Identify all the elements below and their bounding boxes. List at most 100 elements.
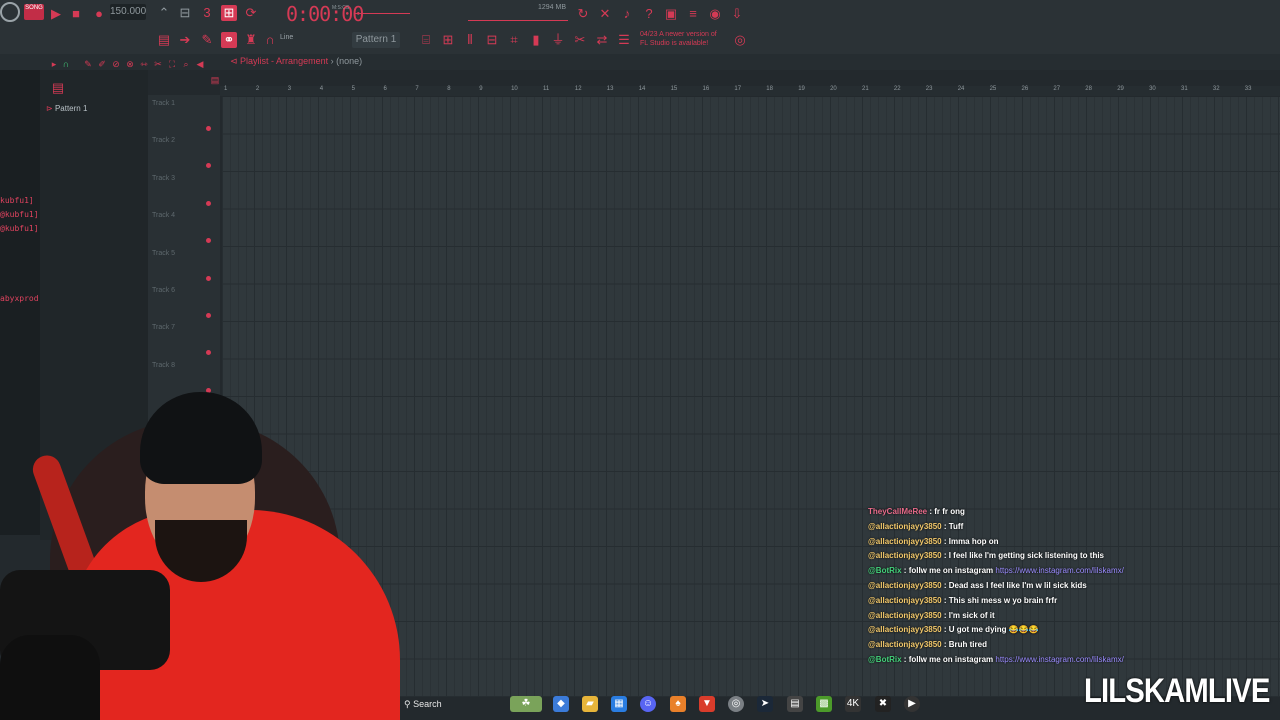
- link-icon[interactable]: ⚭: [221, 32, 237, 48]
- chat-text: : Imma hop on: [941, 536, 999, 546]
- magnet-icon[interactable]: ∩: [262, 32, 278, 48]
- side-chat-name: kubfu1]: [0, 196, 34, 205]
- chat-text: : follw me on instagram: [901, 566, 996, 576]
- search-label: Search: [413, 699, 442, 709]
- widget-icon[interactable]: ☘: [510, 696, 542, 712]
- taskbar-search[interactable]: ⚲ Search: [404, 695, 504, 713]
- song-mode-toggle[interactable]: SONG: [24, 4, 44, 20]
- app-icon[interactable]: ▤: [787, 696, 803, 712]
- picker-item-label: Pattern 1: [54, 104, 88, 113]
- chat-username: @allactionjayy3850: [868, 551, 942, 561]
- fl-studio-icon[interactable]: ♠: [670, 696, 686, 712]
- play-icon[interactable]: ▶: [48, 6, 64, 22]
- bar-number: 12: [574, 86, 582, 92]
- arrows-icon[interactable]: ⇄: [594, 32, 610, 48]
- minecraft-icon[interactable]: ▩: [816, 696, 832, 712]
- mixer-icon[interactable]: ≡: [685, 6, 701, 22]
- track-mute-dot[interactable]: [206, 350, 211, 355]
- bar-number: 26: [1021, 86, 1029, 92]
- settings-icon[interactable]: ☰: [616, 32, 632, 48]
- record-icon[interactable]: ●: [91, 6, 107, 22]
- bar-number: 9: [479, 86, 483, 92]
- master-pitch-slider[interactable]: [355, 13, 410, 14]
- 4k-icon[interactable]: 4K: [845, 696, 861, 712]
- plugin-icon[interactable]: ▮: [528, 32, 544, 48]
- store-icon[interactable]: ▦: [611, 696, 627, 712]
- stop-icon[interactable]: ■: [68, 6, 84, 22]
- track-mute-dot[interactable]: [206, 126, 211, 131]
- picker-menu-icon[interactable]: ▤: [50, 80, 66, 96]
- track-mute-dot[interactable]: [206, 276, 211, 281]
- mixer-view-icon[interactable]: ⦀: [462, 32, 478, 48]
- fl-logo-icon[interactable]: [0, 2, 20, 22]
- obs-icon[interactable]: ◎: [728, 696, 744, 712]
- wait-input-icon[interactable]: ⊟: [177, 5, 193, 21]
- channel-rack-icon[interactable]: ⊞: [440, 32, 456, 48]
- metronome-icon[interactable]: ⌃: [156, 5, 172, 21]
- track-label[interactable]: Track 3: [152, 175, 175, 182]
- side-chat-name: @kubfu1]: [0, 224, 39, 233]
- chat-username: @BotRix: [868, 566, 902, 576]
- undo-icon[interactable]: ↻: [575, 6, 591, 22]
- track-label[interactable]: Track 1: [152, 100, 175, 107]
- track-mute-dot[interactable]: [206, 313, 211, 318]
- chat-username: @allactionjayy3850: [868, 580, 942, 590]
- magnet-snap-icon[interactable]: ∩: [58, 56, 74, 72]
- folder-icon[interactable]: ▰: [582, 696, 598, 712]
- chat-link[interactable]: https://www.instagram.com/lilskamx/: [995, 655, 1123, 664]
- bar-number: 2: [255, 86, 260, 92]
- pattern-selector[interactable]: Pattern 1: [352, 32, 400, 48]
- chat-link[interactable]: https://www.instagram.com/lilskamx/: [995, 566, 1123, 575]
- chat-username: @allactionjayy3850: [868, 640, 942, 650]
- track-label[interactable]: Track 2: [152, 137, 175, 144]
- arrow-right-icon[interactable]: ➔: [177, 32, 193, 48]
- update-notice[interactable]: 04/23 A newer version of FL Studio is av…: [640, 30, 717, 48]
- stamp-icon[interactable]: ♜: [243, 32, 259, 48]
- tempo-display[interactable]: 150.000: [110, 4, 146, 20]
- picker-item-pattern-1[interactable]: ⊳ Pattern 1: [46, 104, 87, 113]
- snap-selector[interactable]: Line: [280, 34, 293, 41]
- track-label[interactable]: Track 8: [152, 362, 175, 369]
- pencil-icon[interactable]: ✎: [199, 32, 215, 48]
- copilot-icon[interactable]: ◆: [553, 696, 569, 712]
- countdown-icon[interactable]: 3: [199, 5, 215, 21]
- track-mute-dot[interactable]: [206, 201, 211, 206]
- chat-text: : This shi mess w yo brain frfr: [941, 595, 1058, 605]
- help-icon[interactable]: ?: [641, 6, 657, 22]
- bar-number: 20: [830, 86, 837, 92]
- cut-icon[interactable]: ✕: [597, 6, 613, 22]
- plug-icon[interactable]: ⏚: [550, 32, 566, 48]
- bar-number: 32: [1212, 86, 1220, 92]
- capcut-icon[interactable]: ✖: [875, 696, 891, 712]
- playback-tool-icon[interactable]: ◀: [192, 56, 208, 72]
- discord-icon[interactable]: ☺: [640, 696, 656, 712]
- news-icon[interactable]: ◎: [732, 32, 748, 48]
- chat-username: @allactionjayy3850: [868, 595, 942, 605]
- grid-icon[interactable]: ⊟: [484, 32, 500, 48]
- loop-record-icon[interactable]: ⟳: [243, 5, 259, 21]
- brave-icon[interactable]: ▼: [699, 696, 715, 712]
- step-edit-icon[interactable]: ⊞: [221, 5, 237, 21]
- track-mute-dot[interactable]: [206, 238, 211, 243]
- track-label[interactable]: Track 5: [152, 250, 175, 257]
- chat-icon[interactable]: ◉: [707, 6, 723, 22]
- save-icon[interactable]: ▣: [663, 6, 679, 22]
- bar-number: 24: [957, 86, 965, 92]
- bar-number: 5: [351, 86, 355, 92]
- browser-icon[interactable]: ⌗: [506, 32, 522, 48]
- track-label[interactable]: Track 7: [152, 324, 175, 331]
- mic-icon[interactable]: ♪: [619, 6, 635, 22]
- playlist-title[interactable]: ⊲ Playlist - Arrangement › (none): [230, 56, 362, 67]
- piano-roll-icon[interactable]: ⌸: [418, 32, 434, 48]
- chat-message: @allactionjayy3850 : Dead ass I feel lik…: [868, 579, 1168, 594]
- steam-icon[interactable]: ➤: [757, 696, 773, 712]
- track-label[interactable]: Track 4: [152, 212, 175, 219]
- track-mute-dot[interactable]: [206, 163, 211, 168]
- track-label[interactable]: Track 6: [152, 287, 175, 294]
- chat-username: @BotRix: [868, 654, 902, 664]
- playlist-icon[interactable]: ▤: [156, 32, 172, 48]
- download-icon[interactable]: ⇩: [729, 6, 745, 22]
- tools-icon[interactable]: ✂: [572, 32, 588, 48]
- media-player-icon[interactable]: ▶: [904, 696, 920, 712]
- bar-number: 11: [543, 86, 550, 92]
